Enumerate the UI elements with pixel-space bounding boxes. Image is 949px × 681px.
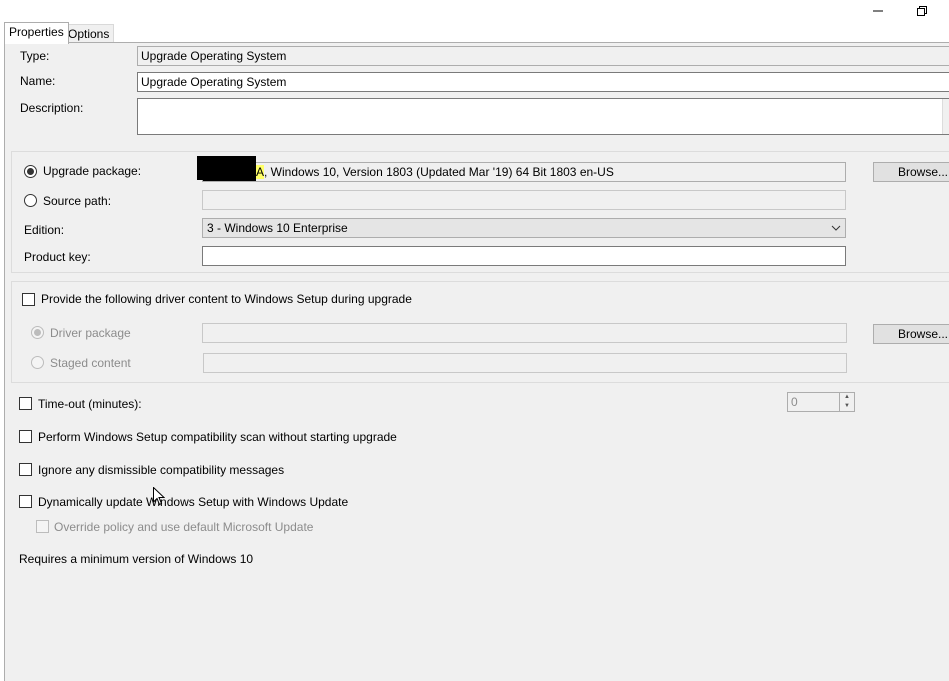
minimize-icon [873,10,883,12]
staged-content-radio[interactable] [31,356,44,369]
provide-drivers-label: Provide the following driver content to … [41,292,412,306]
source-path-field[interactable] [202,190,846,210]
type-label: Type: [20,49,50,63]
browse-driver-button[interactable]: Browse... [873,324,949,344]
staged-content-field[interactable] [203,353,847,373]
edition-label: Edition: [24,223,65,237]
ignore-messages-label: Ignore any dismissible compatibility mes… [38,463,285,477]
ignore-messages-checkbox[interactable] [19,463,32,476]
timeout-value: 0 [791,395,798,409]
upgrade-package-field[interactable]: A, Windows 10, Version 1803 (Updated Mar… [202,162,846,182]
compat-scan-checkbox[interactable] [19,430,32,443]
timeout-checkbox[interactable] [19,397,32,410]
tab-strip [0,22,949,43]
minimize-button[interactable] [864,2,892,20]
driver-package-field[interactable] [202,323,847,343]
type-field[interactable]: Upgrade Operating System [137,46,949,66]
driver-package-radio[interactable] [31,326,44,339]
product-key-field[interactable] [202,246,846,266]
upgrade-package-label: Upgrade package: [43,164,142,178]
override-policy-checkbox[interactable] [36,520,49,533]
override-policy-label: Override policy and use default Microsof… [54,520,314,534]
redaction-block [197,156,256,180]
requirement-text: Requires a minimum version of Windows 10 [19,552,254,566]
name-label: Name: [20,74,56,88]
timeout-spinner[interactable]: 0 ▲ ▼ [787,392,855,412]
edition-value: 3 - Windows 10 Enterprise [207,221,348,235]
tab-properties[interactable]: Properties [4,22,69,44]
mouse-cursor-icon [153,487,165,506]
highlighted-text: A [256,165,265,179]
name-field[interactable]: Upgrade Operating System [137,72,949,92]
staged-content-label: Staged content [50,356,131,370]
upgrade-package-value: , Windows 10, Version 1803 (Updated Mar … [264,165,614,179]
spin-up-icon[interactable]: ▲ [840,393,854,402]
dynamic-update-label: Dynamically update Windows Setup with Wi… [38,495,349,509]
restore-button[interactable] [908,2,936,20]
browse-package-button[interactable]: Browse... [873,162,949,182]
chevron-down-icon [831,225,841,231]
provide-drivers-checkbox[interactable] [22,293,35,306]
restore-icon [917,6,927,16]
description-scrollbar[interactable] [942,99,949,134]
title-bar [0,0,949,22]
edition-select[interactable]: 3 - Windows 10 Enterprise [202,218,846,238]
source-path-label: Source path: [43,194,112,208]
driver-package-label: Driver package [50,326,131,340]
description-field[interactable] [137,98,949,135]
spinner-buttons[interactable]: ▲ ▼ [839,393,854,411]
tab-options[interactable]: Options [63,24,115,43]
compat-scan-label: Perform Windows Setup compatibility scan… [38,430,397,444]
spin-down-icon[interactable]: ▼ [840,402,854,411]
product-key-label: Product key: [24,250,91,264]
source-path-radio[interactable] [24,194,37,207]
description-label: Description: [20,101,84,115]
timeout-label: Time-out (minutes): [38,397,142,411]
dynamic-update-checkbox[interactable] [19,495,32,508]
upgrade-package-radio[interactable] [24,165,37,178]
